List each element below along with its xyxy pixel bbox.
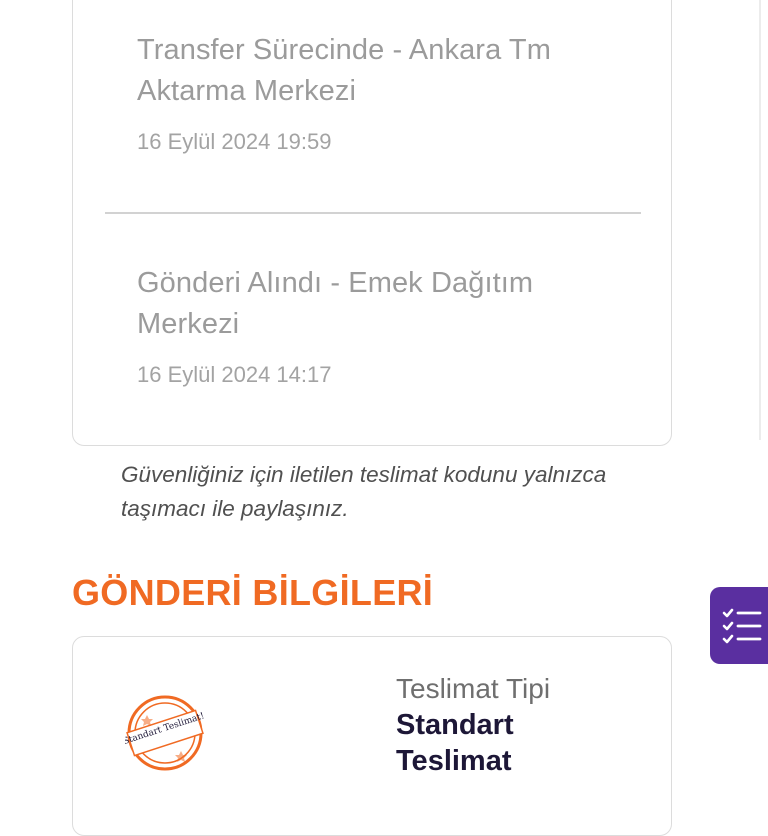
tracking-event: Gönderi Alındı - Emek Dağıtım Merkezi 16… bbox=[137, 263, 637, 389]
delivery-type-label: Teslimat Tipi bbox=[396, 673, 551, 704]
section-title: GÖNDERİ BİLGİLERİ bbox=[72, 572, 434, 613]
delivery-type-value: Standart Teslimat bbox=[396, 709, 514, 777]
shipment-info-card: Standart Teslimat! Teslimat Tipi Standar… bbox=[72, 636, 672, 836]
event-divider bbox=[105, 212, 641, 214]
security-notice: Güvenliğiniz için iletilen teslimat kodu… bbox=[121, 462, 607, 521]
tracking-history-card: Transfer Sürecinde - Ankara Tm Aktarma M… bbox=[72, 0, 672, 446]
page-edge-divider bbox=[759, 0, 761, 440]
checklist-icon bbox=[722, 608, 762, 644]
checklist-fab-button[interactable] bbox=[710, 587, 768, 664]
tracking-event-date: 16 Eylül 2024 19:59 bbox=[137, 129, 332, 154]
tracking-event-date: 16 Eylül 2024 14:17 bbox=[137, 362, 332, 387]
tracking-event: Transfer Sürecinde - Ankara Tm Aktarma M… bbox=[137, 30, 637, 156]
standard-delivery-stamp-icon: Standart Teslimat! bbox=[125, 695, 205, 771]
tracking-event-title: Gönderi Alındı - Emek Dağıtım Merkezi bbox=[137, 267, 534, 340]
tracking-event-title: Transfer Sürecinde - Ankara Tm Aktarma M… bbox=[137, 34, 551, 107]
